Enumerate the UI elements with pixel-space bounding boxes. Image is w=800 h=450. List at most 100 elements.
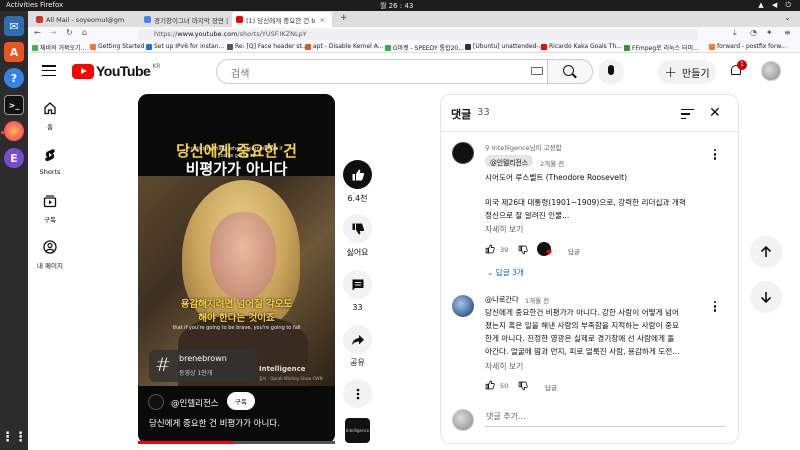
bookmark-item[interactable]: 체비의 거북오기... [32,43,86,52]
nav-item-subscriptions[interactable]: 구독 [28,194,72,224]
comment-like-icon[interactable] [485,380,495,390]
channel-avatar[interactable] [148,394,164,410]
share-button[interactable] [343,325,372,354]
bookmark-item[interactable]: Set up IPv6 for instan... [146,43,224,50]
pin-icon: ⚲ [485,144,492,152]
home-icon[interactable]: ⌂ [82,28,87,37]
youtube-play-icon [72,63,94,79]
search-input[interactable]: 검색 [216,59,547,84]
comment-menu-icon[interactable] [714,301,718,314]
tab-label: All Mail - soyeomul@gm [46,15,125,24]
video-caption-line2: 해야 한다는 것이죠 [198,313,275,324]
url-prefix: https:// [154,30,178,38]
sound-thumbnail[interactable]: Intelligence [345,418,370,443]
activities-button[interactable]: Activities [6,1,38,9]
forward-icon[interactable]: → [50,28,57,37]
sort-icon[interactable] [681,109,694,122]
create-button[interactable]: + 만들기 [658,60,716,84]
voice-search-button[interactable] [598,59,624,85]
search-button[interactable] [547,59,593,84]
new-tab-button[interactable]: + [340,13,348,23]
bookmarks-toolbar: 체비의 거북오기... Getting Started Set up IPv6 … [28,41,800,53]
comments-button[interactable] [343,270,372,299]
read-more-link[interactable]: 자세히 보기 [485,224,523,235]
emacs-icon[interactable]: E [4,148,24,168]
comment-time[interactable]: 1개월 전 [525,295,549,305]
bookmark-item[interactable]: G마켓 - SPEEDY 통합20... [385,43,464,52]
browser-tab-active[interactable]: (1) 당신에게 중요한 건 b × [232,12,332,27]
previous-short-button[interactable] [750,236,782,268]
video-progress-bar[interactable] [138,441,335,444]
comment-like-count: 50 [500,382,509,390]
youtube-favicon-icon [236,16,243,23]
bookmark-favicon-icon [146,43,152,50]
comment-dislike-icon[interactable] [518,245,528,255]
mic-icon [608,65,614,75]
close-icon[interactable]: ✕ [709,105,721,121]
system-tray-icons[interactable]: ▲ ◀ ⏻ [758,1,794,10]
close-tab-icon[interactable]: × [319,16,324,24]
nav-item-home[interactable]: 홈 [28,101,72,131]
video-caption-line1: 용감해지려면 넘어질 각오도 [180,299,293,310]
comment-avatar[interactable] [452,295,474,317]
account-avatar[interactable] [761,61,781,81]
show-apps-icon[interactable]: ⋮⋮ [1,427,27,447]
comment-text-line: 아간다. 얼굴에 땀과 먼지, 피로 얼룩진 사람, 용감하게 도전... [485,347,680,356]
nav-item-shorts[interactable]: Shorts [28,148,72,176]
comment-author[interactable]: @인텔리전스 [485,155,534,167]
extensions-icon[interactable]: ✦ [766,28,773,37]
software-center-icon[interactable]: A [4,42,24,62]
firefox-icon[interactable] [4,121,24,141]
channel-name[interactable]: @인텔리전스 [171,397,219,409]
back-icon[interactable]: ← [34,28,41,37]
like-button[interactable] [343,160,372,189]
hamburger-menu-icon[interactable] [42,65,56,77]
comment-dislike-icon[interactable] [518,381,528,391]
comment-text-line: 당신에게 중요한건 비평가가 아니다. 강한 사람이 어떻게 넘어 [485,308,679,317]
browser-tab-2[interactable]: 경기창이그녀 마지막 장면 | × [140,12,236,27]
notifications-button[interactable]: 1 [728,60,747,79]
add-comment-input[interactable]: 댓글 추가... [486,411,526,422]
bookmark-item[interactable]: Re: [Q] Face header st... [227,43,308,50]
bookmark-label: G마켓 - SPEEDY 통합20... [393,45,464,52]
comment-time[interactable]: 2개월 전 [540,158,564,168]
comment-menu-icon[interactable] [714,149,718,162]
ubuntu-dock: ✉ A ? >_ E ⋮⋮ [0,11,28,450]
hashtag-chip[interactable]: # brenebrown 동영상 1만개 [149,350,257,382]
hashtag-count: 동영상 1만개 [179,370,213,377]
comment-author[interactable]: @나로간다 [485,293,519,306]
help-icon[interactable]: ? [4,68,24,88]
pocket-icon[interactable]: ◔ [750,28,757,37]
app-menu[interactable]: Firefox [40,1,63,9]
app-menu-icon[interactable]: ≡ [784,28,791,37]
reload-icon[interactable]: ↻ [66,28,73,37]
home-icon [44,102,56,115]
url-bar[interactable]: https://www.youtube.com/shorts/YUSF.IKZN… [138,29,698,40]
keyboard-icon[interactable] [531,67,543,75]
next-short-button[interactable] [750,281,782,313]
video-caption[interactable]: 당신에게 중요한 건 비평가가 아니다. [149,417,280,429]
more-options-button[interactable] [343,379,372,408]
list-tabs-icon[interactable]: ⌄ [784,13,791,22]
bookmark-item[interactable]: Getting Started [90,43,144,50]
comment-like-icon[interactable] [485,244,495,254]
nav-item-you[interactable]: 내 페이지 [28,240,72,270]
bookmark-item[interactable]: forward - postfix forw... [709,43,787,50]
dislike-button[interactable] [343,214,372,243]
bookmark-item[interactable]: [Ubuntu] unattended-... [465,43,544,50]
bookmark-item[interactable]: Ricardo Kaka Goals Th... [541,43,622,50]
reply-button[interactable]: 답글 [545,382,557,392]
bookmark-item[interactable]: apt - Disable Kernel A... [305,43,383,50]
browser-tab-gmail[interactable]: All Mail - soyeomul@gm × [32,12,128,27]
view-replies-button[interactable]: ⌄ 답글 3개 [487,267,524,278]
read-more-link[interactable]: 자세히 보기 [485,361,523,372]
bookmark-item[interactable]: FFmpeg로 리눅스 터미... [624,43,699,52]
downloads-icon[interactable]: ⤓ [733,28,737,38]
comment-avatar[interactable] [452,142,474,164]
youtube-logo[interactable]: YouTube KR [72,63,160,79]
subscribe-button[interactable]: 구독 [227,392,255,410]
reply-button[interactable]: 답글 [568,246,580,256]
system-clock[interactable]: 월 26 : 43 [380,1,413,11]
terminal-icon[interactable]: >_ [4,95,24,115]
thunderbird-icon[interactable]: ✉ [4,16,24,36]
